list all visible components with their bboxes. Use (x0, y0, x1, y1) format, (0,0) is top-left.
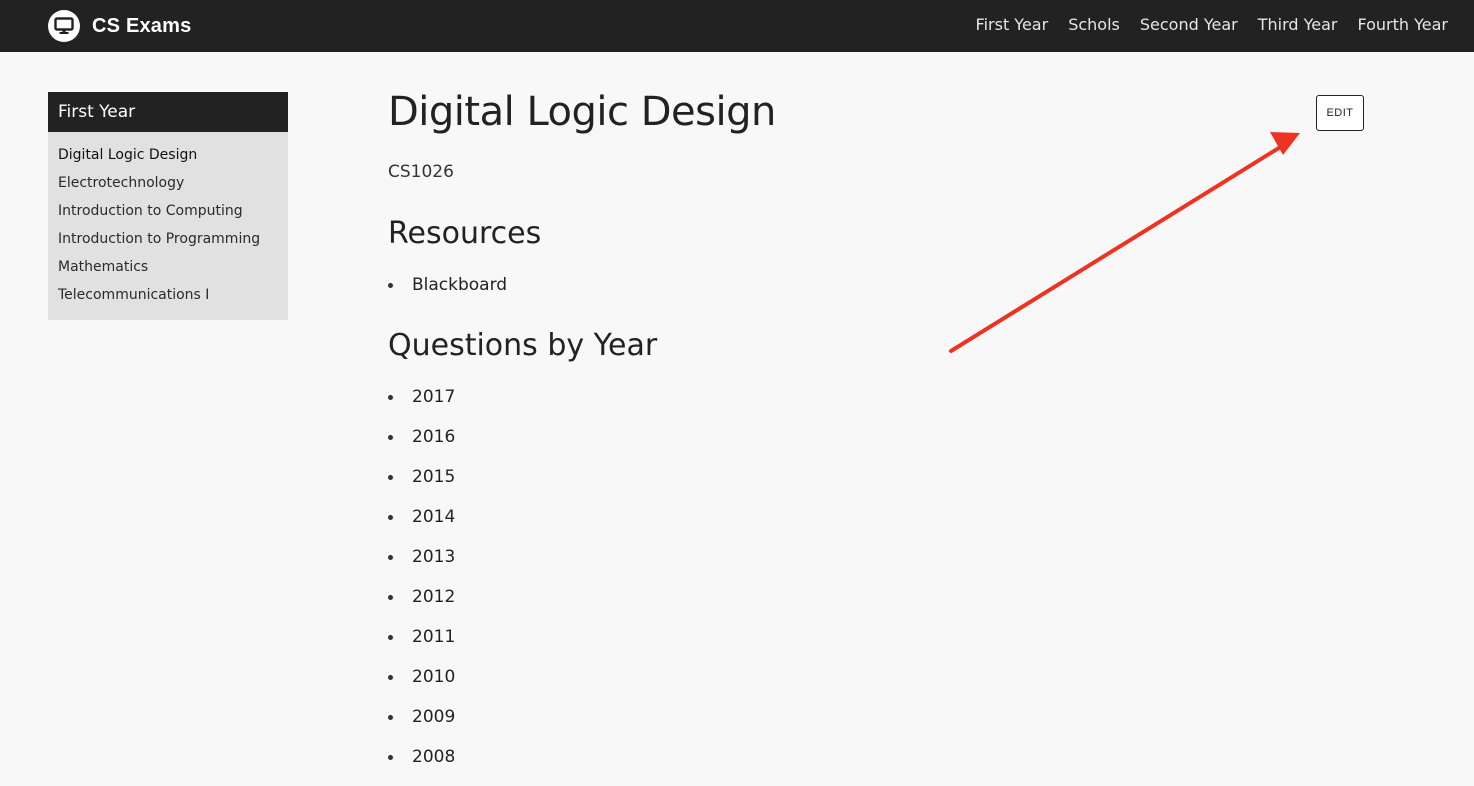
year-item: 2008 (388, 746, 455, 786)
red-arrow-icon (949, 132, 1300, 353)
bullet-icon (388, 755, 393, 760)
